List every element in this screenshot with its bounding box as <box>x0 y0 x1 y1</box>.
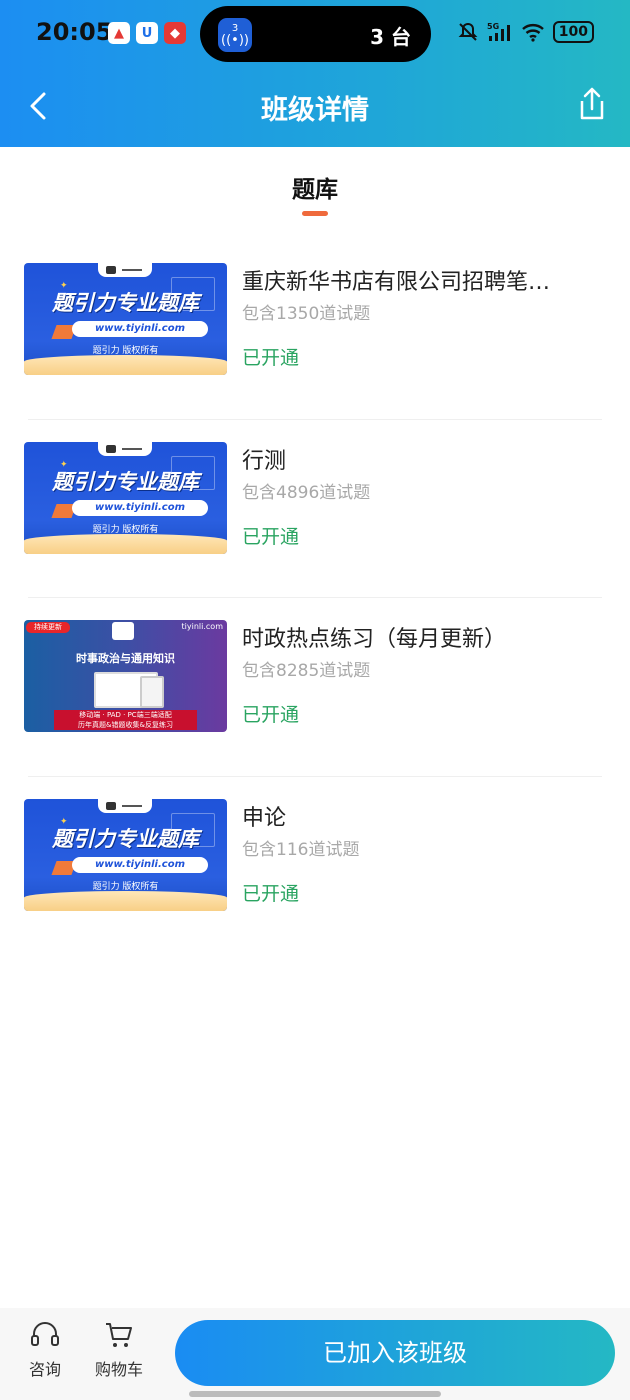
bell-mute-icon <box>458 22 478 41</box>
page-title: 班级详情 <box>261 95 369 126</box>
joined-class-button[interactable]: 已加入该班级 <box>175 1320 615 1386</box>
cart-icon <box>106 1323 132 1347</box>
thumbnail-footer-line: 历年真题&错题收集&反复练习 <box>78 721 173 729</box>
cart-label: 购物车 <box>94 1360 143 1379</box>
broadcast-icon: 3 ((•)) <box>218 18 252 52</box>
list-item[interactable]: 持续更新 tiyinli.com 时事政治与通用知识 移动端 · PAD · P… <box>0 597 630 776</box>
thumbnail-url: www.tiyinli.com <box>72 856 208 873</box>
item-info: 行测 包含4896道试题 已开通 <box>242 445 602 550</box>
island-text: 3 台 <box>370 25 411 49</box>
share-icon[interactable] <box>576 86 608 122</box>
item-status: 已开通 <box>242 525 300 548</box>
cellular-signal-icon: 5G <box>487 22 510 41</box>
battery-indicator: 100 <box>552 21 594 43</box>
app-notification-icon: ▲ <box>108 22 130 44</box>
thumbnail-copyright: 题引力 版权所有 <box>92 881 159 892</box>
item-thumbnail: ✦ 题引力专业题库 www.tiyinli.com 题引力 版权所有 <box>24 263 227 375</box>
dynamic-island[interactable]: 3 ((•)) 3 台 <box>200 6 431 62</box>
brand-logo <box>98 798 152 813</box>
list-item[interactable]: ✦ 题引力专业题库 www.tiyinli.com 题引力 版权所有 申论 包含… <box>0 775 630 955</box>
signal-waves-icon: ((•)) <box>221 32 249 48</box>
wave-decoration <box>24 890 227 911</box>
brand-logo <box>112 622 134 640</box>
item-title: 行测 <box>242 448 287 474</box>
brand-logo <box>98 441 152 456</box>
thumbnail-brand: 题引力专业题库 <box>52 291 199 315</box>
item-info: 重庆新华书店有限公司招聘笔… 包含1350道试题 已开通 <box>242 266 602 371</box>
item-info: 时政热点练习（每月更新） 包含8285道试题 已开通 <box>242 623 602 728</box>
wifi-icon <box>521 24 544 42</box>
wave-decoration <box>24 355 227 375</box>
system-icons: 5G 100 <box>457 21 594 43</box>
thumbnail-brand: 题引力专业题库 <box>52 826 199 851</box>
thumbnail-site: tiyinli.com <box>181 622 223 631</box>
item-status: 已开通 <box>242 882 300 905</box>
item-thumbnail: 持续更新 tiyinli.com 时事政治与通用知识 移动端 · PAD · P… <box>24 620 227 732</box>
item-thumbnail: ✦ 题引力专业题库 www.tiyinli.com 题引力 版权所有 <box>24 441 227 554</box>
thumbnail-copyright: 题引力 版权所有 <box>92 524 159 535</box>
update-badge: 持续更新 <box>26 622 70 633</box>
status-time: 20:05 <box>36 18 113 46</box>
item-question-count: 包含4896道试题 <box>242 482 371 503</box>
item-title: 时政热点练习（每月更新） <box>242 627 507 652</box>
headset-icon <box>31 1322 59 1346</box>
item-status: 已开通 <box>242 704 300 726</box>
bottom-action-bar: 咨询 购物车 已加入该班级 <box>0 1308 630 1400</box>
home-indicator[interactable] <box>189 1391 441 1397</box>
question-bank-list: ✦ 题引力专业题库 www.tiyinli.com 题引力 版权所有 重庆新华书… <box>0 240 630 954</box>
list-item[interactable]: ✦ 题引力专业题库 www.tiyinli.com 题引力 版权所有 重庆新华书… <box>0 240 630 419</box>
item-question-count: 包含116道试题 <box>242 839 360 860</box>
thumbnail-brand: 题引力专业题库 <box>52 469 199 494</box>
item-thumbnail: ✦ 题引力专业题库 www.tiyinli.com 题引力 版权所有 <box>24 798 227 911</box>
item-title: 申论 <box>242 805 287 831</box>
header: 20:05 ▲ U ◆ 3 ((•)) 3 台 5G 100 班级详情 <box>0 0 630 147</box>
notification-icons: ▲ U ◆ <box>108 22 186 44</box>
consult-button[interactable]: 咨询 <box>15 1320 75 1380</box>
wave-decoration <box>24 533 227 554</box>
item-status: 已开通 <box>242 347 300 369</box>
item-question-count: 包含1350道试题 <box>242 304 371 324</box>
app-notification-icon: U <box>136 22 158 44</box>
navigation-bar: 班级详情 <box>0 68 630 147</box>
tab-question-bank[interactable]: 题库 <box>0 170 630 204</box>
consult-label: 咨询 <box>28 1360 61 1379</box>
cart-button[interactable]: 购物车 <box>89 1320 149 1380</box>
tablet-illustration <box>140 676 164 708</box>
item-title: 重庆新华书店有限公司招聘笔… <box>242 270 551 295</box>
thumbnail-headline: 时事政治与通用知识 <box>76 652 175 665</box>
thumbnail-url: www.tiyinli.com <box>72 321 208 337</box>
thumbnail-url: www.tiyinli.com <box>72 499 208 516</box>
item-question-count: 包含8285道试题 <box>242 661 371 681</box>
tab-active-indicator <box>302 211 328 216</box>
list-item[interactable]: ✦ 题引力专业题库 www.tiyinli.com 题引力 版权所有 行测 包含… <box>0 418 630 598</box>
island-badge: 3 <box>231 22 239 34</box>
app-notification-icon: ◆ <box>164 22 186 44</box>
item-info: 申论 包含116道试题 已开通 <box>242 802 602 907</box>
status-bar: 20:05 ▲ U ◆ 3 ((•)) 3 台 5G 100 <box>0 0 630 68</box>
thumbnail-footer: 移动端 · PAD · PC端三端适配 历年真题&错题收集&反复练习 <box>54 710 197 730</box>
brand-logo <box>98 263 152 277</box>
network-type: 5G <box>487 22 499 31</box>
thumbnail-footer-line: 移动端 · PAD · PC端三端适配 <box>79 711 172 719</box>
